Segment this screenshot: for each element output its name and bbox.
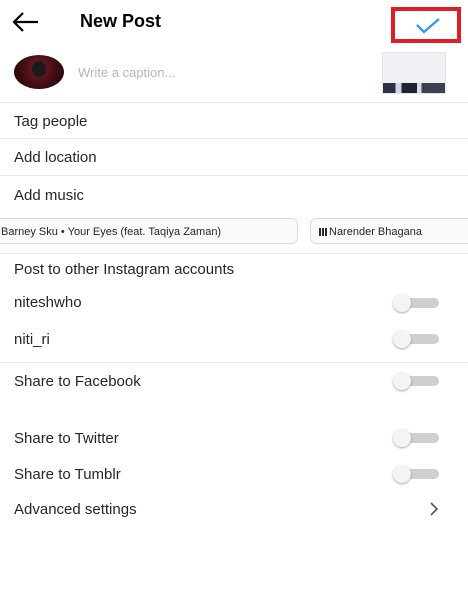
account-name: niteshwho xyxy=(14,294,82,311)
share-facebook-label: Share to Facebook xyxy=(14,373,141,390)
divider xyxy=(0,175,468,176)
divider xyxy=(0,253,468,254)
divider xyxy=(0,138,468,139)
tag-people-option[interactable]: Tag people xyxy=(14,113,87,130)
account-toggle-niti-ri[interactable] xyxy=(393,330,439,348)
music-chip-label: Narender Bhagana xyxy=(329,226,422,238)
other-accounts-heading: Post to other Instagram accounts xyxy=(14,261,235,278)
share-facebook-toggle[interactable] xyxy=(393,372,439,390)
arrow-left-icon xyxy=(12,12,38,32)
chevron-right-icon[interactable] xyxy=(428,502,440,516)
share-tumblr-toggle[interactable] xyxy=(393,465,439,483)
advanced-settings-option[interactable]: Advanced settings xyxy=(14,501,137,518)
post-thumbnail[interactable] xyxy=(382,52,446,94)
account-name: niti_ri xyxy=(14,331,50,348)
caption-row xyxy=(0,48,468,100)
top-bar: New Post xyxy=(0,0,468,46)
add-location-option[interactable]: Add location xyxy=(14,149,97,166)
share-twitter-toggle[interactable] xyxy=(393,429,439,447)
music-suggestions: Barney Sku • Your Eyes (feat. Taqiya Zam… xyxy=(0,218,468,246)
music-chip[interactable]: Barney Sku • Your Eyes (feat. Taqiya Zam… xyxy=(0,218,298,244)
back-button[interactable] xyxy=(10,10,44,36)
avatar xyxy=(14,55,64,89)
share-twitter-label: Share to Twitter xyxy=(14,430,119,447)
account-toggle-niteshwho[interactable] xyxy=(393,294,439,312)
share-tumblr-label: Share to Tumblr xyxy=(14,466,121,483)
music-chip[interactable]: Narender Bhagana xyxy=(310,218,468,244)
caption-input[interactable] xyxy=(78,62,358,82)
music-chip-label: Barney Sku • Your Eyes (feat. Taqiya Zam… xyxy=(1,226,222,238)
divider xyxy=(0,362,468,363)
checkmark-icon xyxy=(416,18,440,34)
divider xyxy=(0,102,468,103)
page-title: New Post xyxy=(80,11,162,31)
share-confirm-button[interactable] xyxy=(391,7,461,43)
add-music-option[interactable]: Add music xyxy=(14,187,84,204)
music-bars-icon xyxy=(319,228,328,243)
